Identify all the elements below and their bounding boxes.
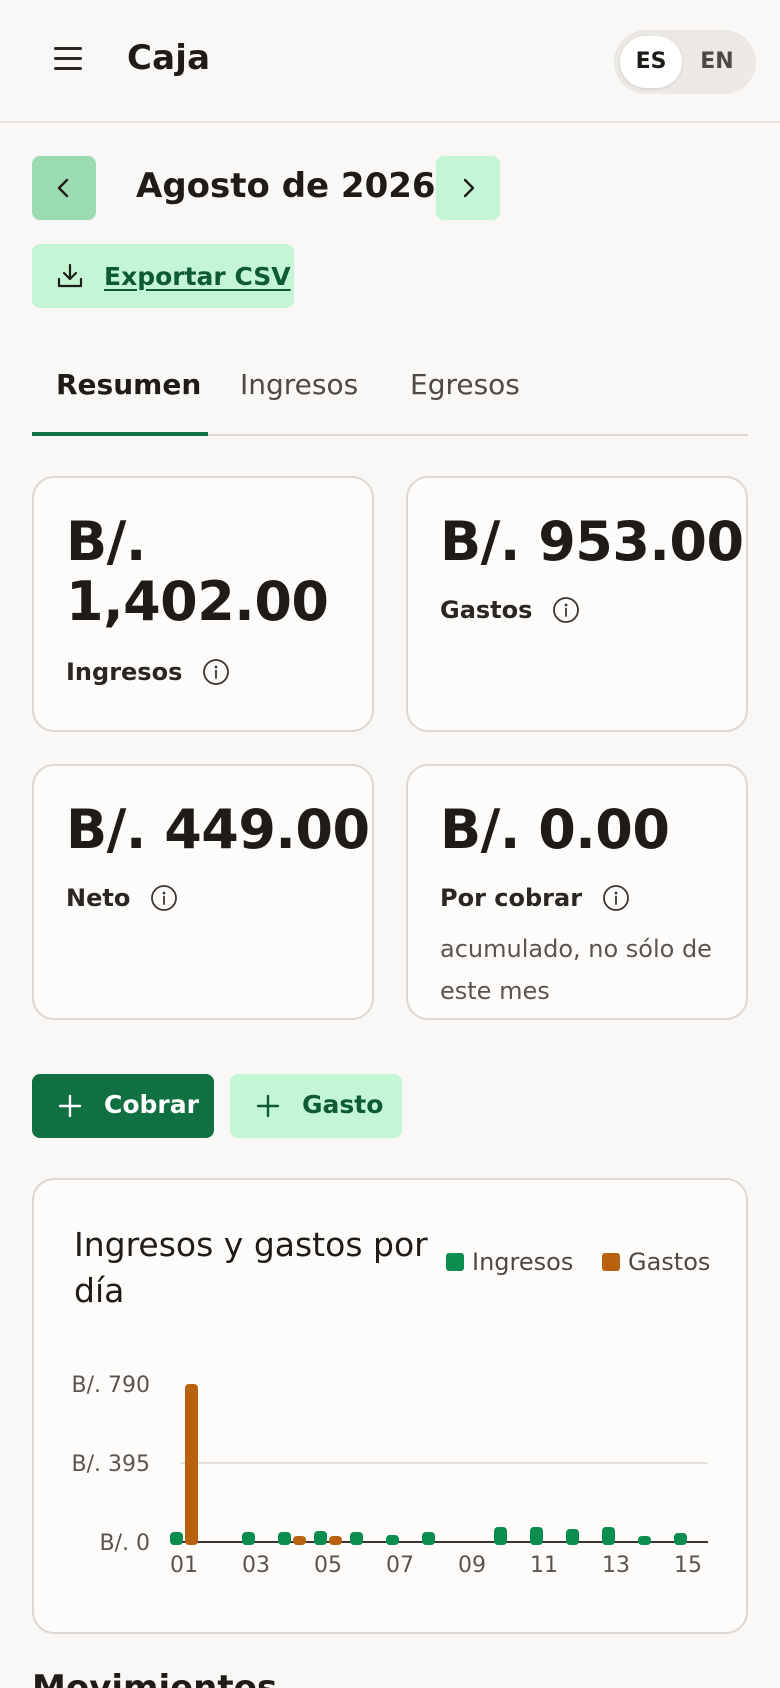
- x-tick-label: 15: [674, 1553, 702, 1578]
- info-icon[interactable]: [552, 596, 580, 624]
- gastos-label: Gastos: [440, 596, 533, 624]
- next-month-button[interactable]: [436, 156, 500, 220]
- month-title: Agosto de 2026: [136, 166, 436, 206]
- bar-ingresos[interactable]: [170, 1532, 183, 1545]
- language-toggle: ES EN: [614, 30, 756, 94]
- bar-ingresos[interactable]: [566, 1529, 579, 1545]
- gastos-card: B/. 953.00 Gastos: [406, 476, 748, 732]
- bar-ingresos[interactable]: [674, 1533, 687, 1545]
- tab-bar: Resumen Ingresos Egresos: [32, 346, 748, 436]
- ingresos-value-amount: 1,402.00: [66, 570, 329, 633]
- por-cobrar-value: B/. 0.00: [440, 798, 670, 861]
- x-tick-label: 11: [530, 1553, 558, 1578]
- bar-gastos[interactable]: [329, 1536, 342, 1545]
- export-csv-button[interactable]: Exportar CSV: [32, 244, 294, 308]
- gasto-label: Gasto: [302, 1090, 384, 1119]
- por-cobrar-note: acumulado, no sólo de este mes: [440, 935, 712, 1005]
- previous-month-button[interactable]: [32, 156, 96, 220]
- chart-card: Ingresos y gastos por día Ingresos Gasto…: [32, 1178, 748, 1634]
- por-cobrar-label-row: Por cobrar: [440, 884, 630, 912]
- bar-ingresos[interactable]: [530, 1527, 543, 1545]
- cobrar-label: Cobrar: [104, 1090, 199, 1119]
- chevron-right-icon: [463, 178, 475, 198]
- bar-ingresos[interactable]: [350, 1532, 363, 1545]
- bar-chart: B/. 0 B/. 395 B/. 790 01 03 05 07 09 11 13 15: [72, 1373, 708, 1578]
- neto-value: B/. 449.00: [66, 798, 370, 861]
- bar-ingresos[interactable]: [314, 1531, 327, 1545]
- chevron-left-icon: [57, 178, 69, 198]
- download-icon: [57, 263, 83, 288]
- language-en-button[interactable]: EN: [686, 36, 748, 88]
- info-icon[interactable]: [602, 884, 630, 912]
- top-bar: Caja ES EN: [0, 0, 780, 123]
- bar-ingresos[interactable]: [422, 1532, 435, 1545]
- bar-ingresos[interactable]: [278, 1532, 291, 1545]
- ingresos-label: Ingresos: [66, 658, 183, 686]
- x-tick-label: 03: [242, 1553, 270, 1578]
- bar-gastos[interactable]: [185, 1384, 198, 1545]
- info-icon[interactable]: [150, 884, 178, 912]
- gastos-label-row: Gastos: [440, 596, 580, 624]
- neto-card: B/. 449.00 Neto: [32, 764, 374, 1020]
- bar-ingresos[interactable]: [638, 1536, 651, 1545]
- bar-ingresos[interactable]: [494, 1527, 507, 1545]
- movements-heading: Movimientos: [32, 1668, 278, 1688]
- y-tick-label: B/. 395: [72, 1452, 150, 1477]
- bar-ingresos[interactable]: [242, 1532, 255, 1545]
- tab-ingresos[interactable]: Ingresos: [240, 368, 358, 401]
- tab-resumen[interactable]: Resumen: [56, 368, 201, 401]
- export-csv-label: Exportar CSV: [104, 262, 291, 291]
- bar-gastos[interactable]: [293, 1536, 306, 1545]
- bars-group: [170, 1384, 687, 1545]
- x-tick-label: 01: [170, 1553, 198, 1578]
- ingresos-card: B/. 1,402.00 Ingresos: [32, 476, 374, 732]
- gasto-button[interactable]: Gasto: [230, 1074, 402, 1138]
- por-cobrar-label: Por cobrar: [440, 884, 583, 912]
- y-tick-label: B/. 790: [72, 1373, 150, 1398]
- neto-label-row: Neto: [66, 884, 178, 912]
- active-tab-indicator: [32, 432, 208, 436]
- x-tick-label: 07: [386, 1553, 414, 1578]
- plus-icon: [256, 1094, 280, 1118]
- ingresos-label-row: Ingresos: [66, 658, 230, 686]
- menu-icon[interactable]: [50, 44, 86, 74]
- cobrar-button[interactable]: Cobrar: [32, 1074, 214, 1138]
- bar-ingresos[interactable]: [602, 1527, 615, 1545]
- app-title: Caja: [127, 38, 211, 78]
- x-tick-label: 09: [458, 1553, 486, 1578]
- y-tick-label: B/. 0: [100, 1531, 151, 1556]
- gastos-value: B/. 953.00: [440, 510, 744, 573]
- info-icon[interactable]: [202, 658, 230, 686]
- bar-ingresos[interactable]: [386, 1535, 399, 1545]
- language-es-button[interactable]: ES: [620, 36, 682, 88]
- por-cobrar-card: B/. 0.00 Por cobrar acumulado, no sólo d…: [406, 764, 748, 1020]
- ingresos-value-currency: B/.: [66, 510, 146, 573]
- neto-label: Neto: [66, 884, 131, 912]
- x-tick-label: 05: [314, 1553, 342, 1578]
- x-tick-label: 13: [602, 1553, 630, 1578]
- plus-icon: [58, 1094, 82, 1118]
- tab-egresos[interactable]: Egresos: [410, 368, 520, 401]
